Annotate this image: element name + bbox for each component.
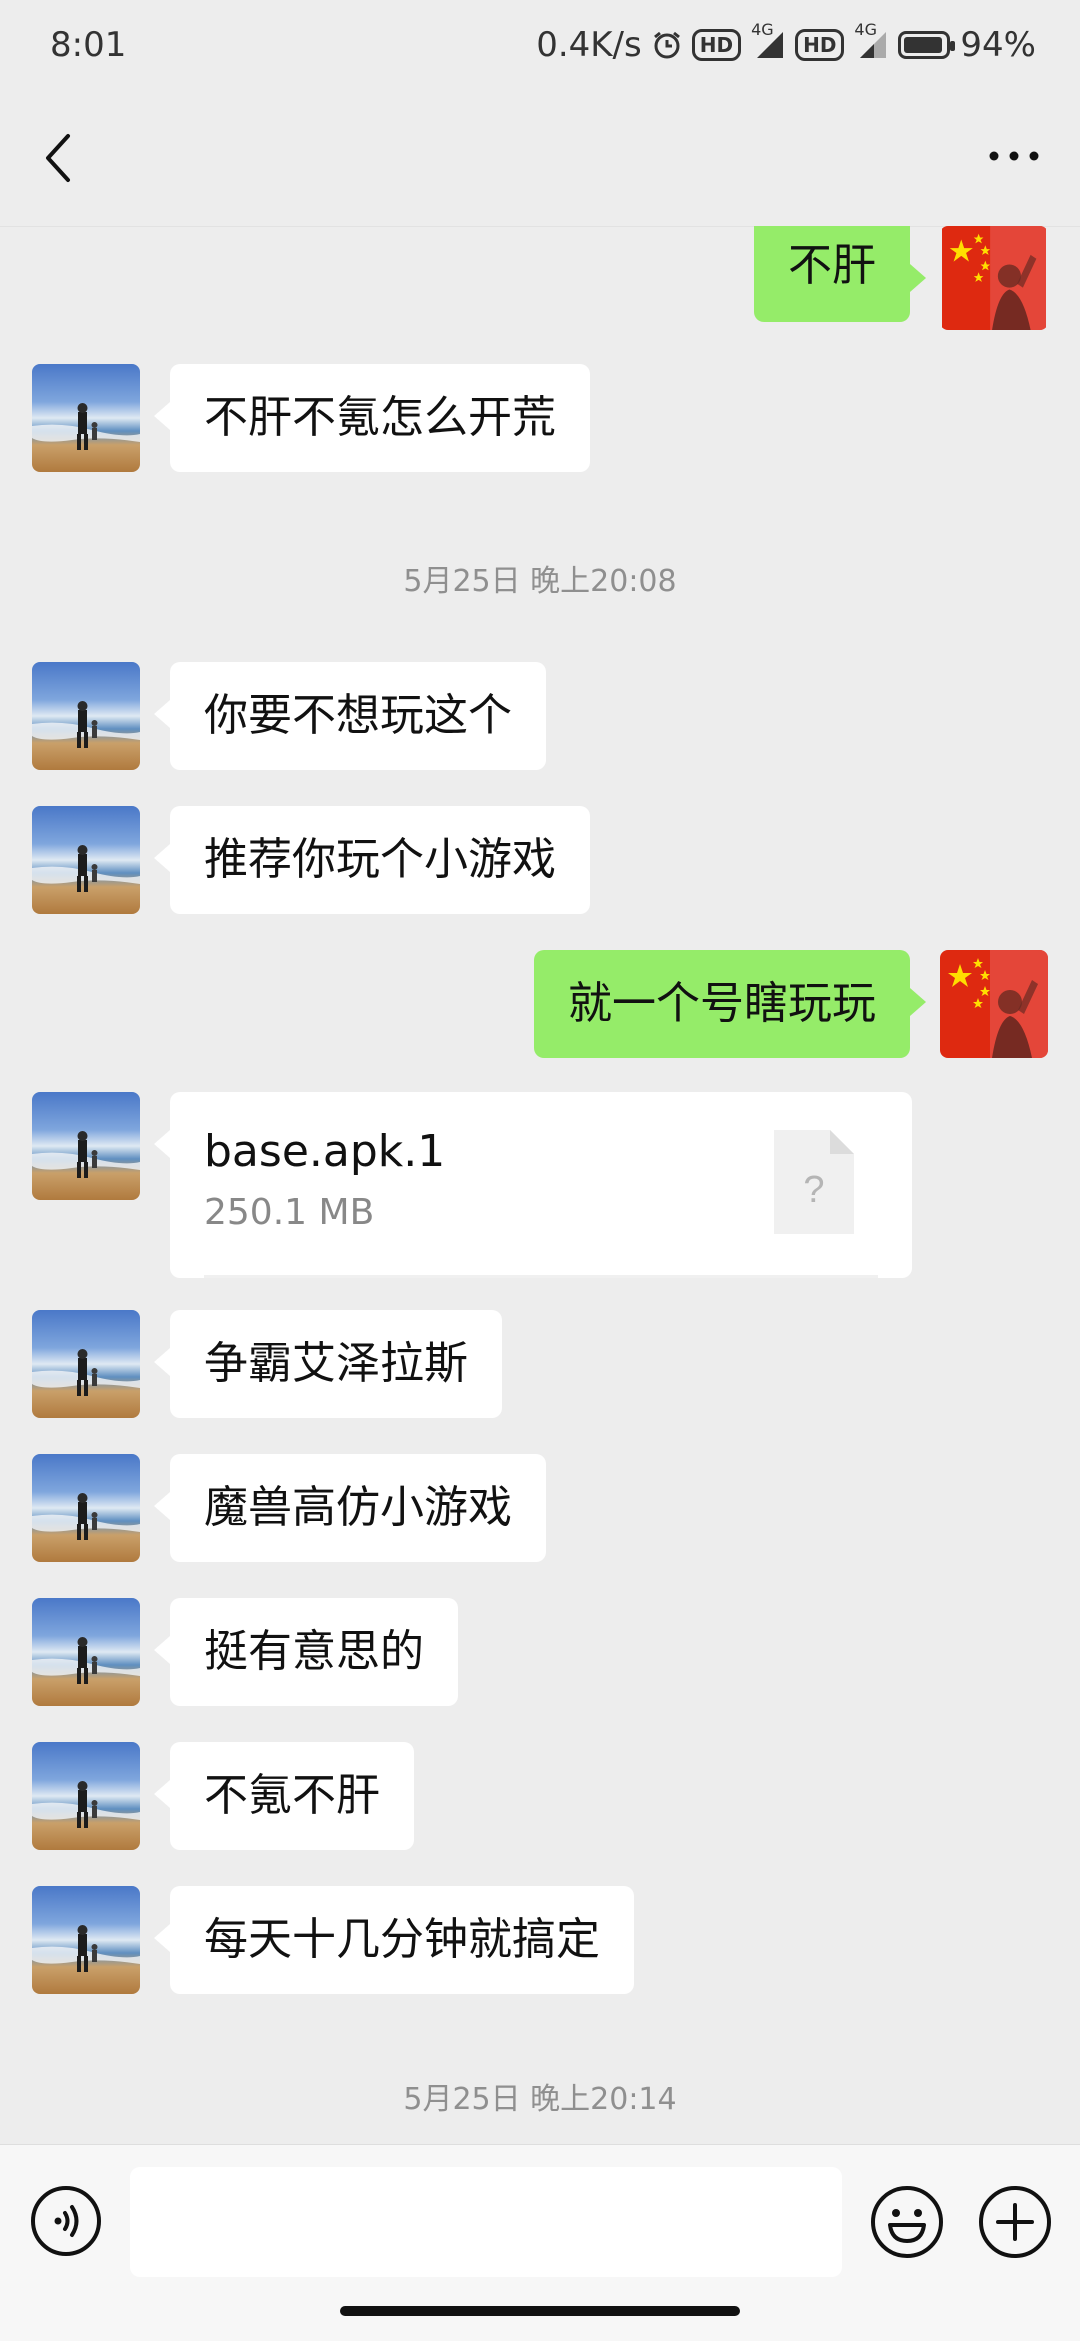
- net-type-2: 4G: [854, 20, 877, 39]
- alarm-icon: [652, 30, 682, 60]
- status-time: 8:01: [50, 25, 127, 65]
- message-bubble[interactable]: 不肝: [754, 226, 926, 322]
- message-row-incoming: base.apk.1 250.1 MB ?: [32, 1092, 912, 1278]
- message-bubble[interactable]: 就一个号瞎玩玩: [534, 950, 926, 1058]
- message-bubble[interactable]: 不氪不肝: [154, 1742, 414, 1850]
- hd-badge-1: HD: [691, 29, 742, 61]
- home-indicator[interactable]: [340, 2306, 740, 2316]
- message-bubble[interactable]: 你要不想玩这个: [154, 662, 546, 770]
- more-button[interactable]: [984, 136, 1044, 176]
- message-row-incoming: 争霸艾泽拉斯: [32, 1310, 502, 1418]
- net-speed: 0.4K/s: [536, 25, 642, 65]
- message-bubble[interactable]: 每天十几分钟就搞定: [154, 1886, 634, 1994]
- message-row-incoming: 推荐你玩个小游戏: [32, 806, 590, 914]
- file-message-card[interactable]: base.apk.1 250.1 MB ?: [154, 1092, 912, 1278]
- avatar[interactable]: [32, 1310, 140, 1418]
- file-card-divider: [204, 1275, 878, 1278]
- message-input[interactable]: [130, 2167, 842, 2277]
- status-bar: 8:01 0.4K/s HD 4G HD 4G 94%: [0, 0, 1080, 90]
- hd-badge-2: HD: [795, 29, 845, 61]
- message-row-incoming: 你要不想玩这个: [32, 662, 546, 770]
- voice-button[interactable]: [30, 2185, 102, 2257]
- message-bubble[interactable]: 推荐你玩个小游戏: [154, 806, 590, 914]
- signal-icon: 4G: [854, 20, 888, 60]
- plus-icon: [979, 2186, 1051, 2258]
- avatar[interactable]: [32, 662, 140, 770]
- emoji-icon: [871, 2186, 943, 2258]
- status-icons: 0.4K/s HD 4G HD 4G 94%: [536, 20, 1036, 65]
- file-size: 250.1 MB: [204, 1192, 375, 1233]
- message-bubble[interactable]: 不肝不氪怎么开荒: [154, 364, 590, 472]
- timestamp: 5月25日 晚上20:08: [403, 564, 677, 599]
- file-name: base.apk.1: [204, 1126, 446, 1177]
- unknown-file-icon: ?: [774, 1130, 854, 1234]
- voice-icon: [31, 2186, 101, 2256]
- message-row-incoming: 魔兽高仿小游戏: [32, 1454, 546, 1562]
- message-row-incoming: 不肝不氪怎么开荒: [32, 364, 590, 472]
- avatar[interactable]: [32, 806, 140, 914]
- message-bubble[interactable]: 挺有意思的: [154, 1598, 458, 1706]
- more-functions-button[interactable]: [978, 2185, 1052, 2259]
- battery-icon: [898, 31, 956, 59]
- avatar[interactable]: [32, 1454, 140, 1562]
- emoji-button[interactable]: [870, 2185, 944, 2259]
- back-button[interactable]: [36, 130, 80, 186]
- net-type-1: 4G: [751, 20, 774, 39]
- message-row-incoming: 不氪不肝: [32, 1742, 414, 1850]
- message-row-incoming: 每天十几分钟就搞定: [32, 1886, 634, 1994]
- message-bubble[interactable]: 魔兽高仿小游戏: [154, 1454, 546, 1562]
- chat-message-list[interactable]: 不肝 不肝不氪怎么开荒 5月25日 晚上20:08 你要不想玩这个 推荐你玩个小…: [0, 226, 1080, 2146]
- battery-percent: 94%: [960, 25, 1036, 65]
- message-row-outgoing: 不肝: [754, 226, 1048, 330]
- avatar[interactable]: [32, 1742, 140, 1850]
- avatar[interactable]: [32, 1886, 140, 1994]
- avatar[interactable]: [940, 950, 1048, 1058]
- avatar[interactable]: [940, 226, 1048, 330]
- file-icon-glyph: ?: [803, 1169, 824, 1211]
- message-row-outgoing: 就一个号瞎玩玩: [534, 950, 1048, 1058]
- avatar[interactable]: [32, 364, 140, 472]
- avatar[interactable]: [32, 1598, 140, 1706]
- avatar[interactable]: [32, 1092, 140, 1200]
- message-row-incoming: 挺有意思的: [32, 1598, 458, 1706]
- timestamp: 5月25日 晚上20:14: [403, 2082, 677, 2117]
- message-bubble[interactable]: 争霸艾泽拉斯: [154, 1310, 502, 1418]
- chat-header: [0, 90, 1080, 227]
- more-icon: [989, 151, 1039, 161]
- signal-icon: 4G: [751, 20, 785, 60]
- chevron-left-icon: [46, 134, 70, 182]
